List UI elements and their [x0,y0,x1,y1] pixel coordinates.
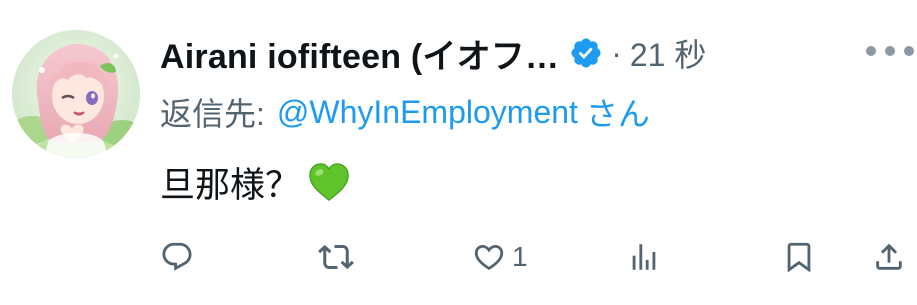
action-bar: 1 [0,232,917,282]
share-button[interactable] [872,232,906,282]
reply-suffix: さん [585,96,650,132]
tweet-timestamp[interactable]: 21 秒 [630,30,707,76]
avatar-image [12,30,140,158]
views-button[interactable] [627,232,667,282]
tweet-text: 旦那様？ [160,154,352,210]
tweet-header: Airani iofifteen (イオフ… · 21 秒 [160,26,706,80]
tweet-body: 旦那様？ [160,165,301,205]
retweet-icon [318,239,354,275]
heart-icon [472,240,506,274]
header-separator: · [611,34,622,71]
reply-to-line: 返信先: @WhyInEmployment さん [160,88,650,136]
author-display-name[interactable]: Airani iofifteen (イオフ… [160,29,559,78]
more-dot [904,46,914,56]
share-icon [872,240,906,274]
views-chart-icon [627,240,661,274]
more-options-icon[interactable] [866,46,914,56]
avatar[interactable] [12,30,140,158]
reply-button[interactable] [160,232,200,282]
verified-badge-icon[interactable] [569,36,603,70]
like-button[interactable]: 1 [472,232,528,282]
bookmark-button[interactable] [782,232,816,282]
green-heart-emoji-icon [306,159,352,205]
bookmark-icon [782,240,816,274]
like-count: 1 [512,241,528,272]
more-dot [866,46,876,56]
more-dot [885,46,895,56]
tweet-card[interactable]: Airani iofifteen (イオフ… · 21 秒 返信先: @WhyI… [0,0,917,305]
reply-prefix: 返信先: [160,96,265,132]
reply-icon [160,240,194,274]
reply-handle-link[interactable]: @WhyInEmployment [277,94,578,131]
retweet-button[interactable] [318,232,360,282]
